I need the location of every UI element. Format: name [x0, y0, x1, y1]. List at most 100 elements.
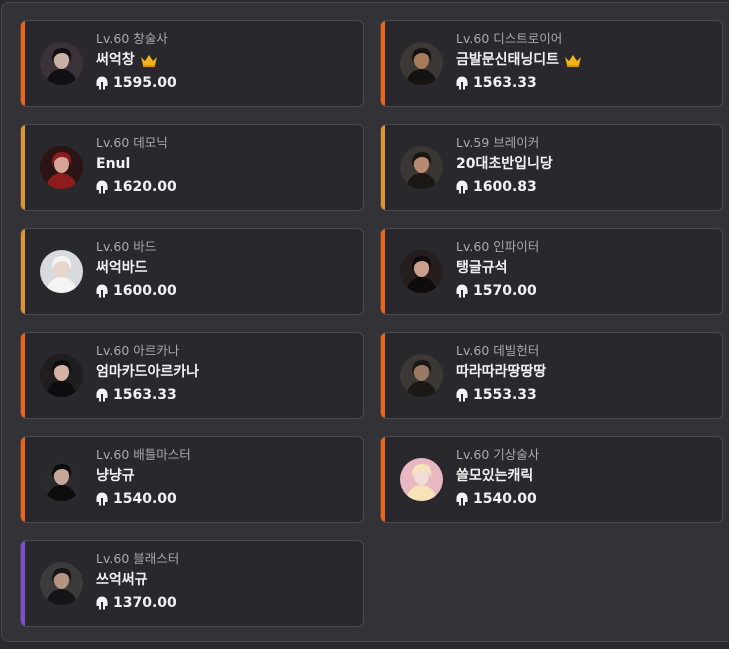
- helmet-icon: [456, 388, 468, 402]
- class-color-bar: [381, 21, 385, 106]
- class-color-bar: [21, 333, 25, 418]
- combat-power-value: 1563.33: [473, 75, 537, 91]
- character-card[interactable]: Lv.59 브레이커 20대초반입니당 1600.83: [380, 124, 723, 211]
- class-color-bar: [21, 437, 25, 522]
- character-name: 써억바드: [96, 258, 177, 278]
- combat-power: 1620.00: [96, 177, 177, 197]
- character-card[interactable]: Lv.60 기상술사쓸모있는캐릭 1540.00: [380, 436, 723, 523]
- combat-power-value: 1595.00: [113, 75, 177, 91]
- character-info: Lv.60 데모닉 Enul 1620.00: [96, 134, 177, 197]
- combat-power-value: 1553.33: [473, 387, 537, 403]
- character-avatar: [40, 354, 83, 397]
- combat-power-value: 1600.83: [473, 179, 537, 195]
- character-card[interactable]: Lv.60 아르카나엄마카드아르카나 1563.33: [20, 332, 364, 419]
- character-avatar: [40, 458, 83, 501]
- character-name: 엄마카드아르카나: [96, 362, 199, 382]
- character-info: Lv.60 배틀마스터냥냥규 1540.00: [96, 446, 191, 509]
- combat-power-value: 1600.00: [113, 283, 177, 299]
- character-level-class: Lv.60 배틀마스터: [96, 447, 191, 462]
- class-color-bar: [21, 541, 25, 626]
- character-info: Lv.60 인파이터탱글규석 1570.00: [456, 238, 539, 301]
- class-color-bar: [381, 333, 385, 418]
- character-avatar: [400, 250, 443, 293]
- character-level-class: Lv.60 데빌헌터: [456, 343, 540, 358]
- character-card[interactable]: Lv.60 데모닉 Enul 1620.00: [20, 124, 364, 211]
- character-card[interactable]: Lv.60 창술사써억창 1595.00: [20, 20, 364, 107]
- character-card[interactable]: Lv.60 블래스터쓰억써규 1370.00: [20, 540, 364, 627]
- helmet-icon: [456, 76, 468, 90]
- character-name-text: 쓰억써규: [96, 572, 148, 588]
- class-color-bar: [381, 437, 385, 522]
- character-name-text: 탱글규석: [456, 260, 508, 276]
- character-name: Enul: [96, 154, 177, 174]
- character-name-text: 써억창: [96, 52, 135, 68]
- character-name: 따라따라땅땅땅: [456, 362, 546, 382]
- character-card[interactable]: Lv.60 배틀마스터냥냥규 1540.00: [20, 436, 364, 523]
- character-avatar: [400, 458, 443, 501]
- character-avatar: [40, 146, 83, 189]
- character-name-text: 써억바드: [96, 260, 148, 276]
- character-avatar: [400, 42, 443, 85]
- character-card[interactable]: Lv.60 데빌헌터따라따라땅땅땅 1553.33: [380, 332, 723, 419]
- character-info: Lv.60 창술사써억창 1595.00: [96, 30, 177, 93]
- character-info: Lv.59 브레이커 20대초반입니당 1600.83: [456, 134, 553, 197]
- class-color-bar: [21, 125, 25, 210]
- character-level-class: Lv.60 바드: [96, 239, 157, 254]
- helmet-icon: [96, 596, 108, 610]
- character-level-class: Lv.60 블래스터: [96, 551, 180, 566]
- combat-power-value: 1563.33: [113, 387, 177, 403]
- character-name-text: Enul: [96, 156, 131, 172]
- character-avatar: [400, 146, 443, 189]
- character-level-class: Lv.60 아르카나: [96, 343, 180, 358]
- class-color-bar: [21, 21, 25, 106]
- helmet-icon: [456, 180, 468, 194]
- character-info: Lv.60 기상술사쓸모있는캐릭 1540.00: [456, 446, 539, 509]
- combat-power: 1570.00: [456, 281, 539, 301]
- character-card[interactable]: Lv.60 디스트로이어 금발문신태닝디트 1563.33: [380, 20, 723, 107]
- combat-power: 1540.00: [96, 489, 191, 509]
- helmet-icon: [96, 180, 108, 194]
- character-name: 금발문신태닝디트: [456, 50, 582, 70]
- character-name: 탱글규석: [456, 258, 539, 278]
- class-color-bar: [21, 229, 25, 314]
- combat-power-value: 1370.00: [113, 595, 177, 611]
- character-name: 쓸모있는캐릭: [456, 466, 539, 486]
- combat-power: 1540.00: [456, 489, 539, 509]
- crown-icon: [564, 53, 582, 67]
- character-name-text: 따라따라땅땅땅: [456, 364, 547, 380]
- character-grid: Lv.60 창술사써억창 1595.00 Lv.60 디스트로이어 금발문신태닝디…: [20, 20, 723, 627]
- character-level-class: Lv.59 브레이커: [456, 135, 540, 150]
- character-info: Lv.60 아르카나엄마카드아르카나 1563.33: [96, 342, 199, 405]
- character-card[interactable]: Lv.60 인파이터탱글규석 1570.00: [380, 228, 723, 315]
- combat-power: 1595.00: [96, 73, 177, 93]
- helmet-icon: [96, 388, 108, 402]
- character-card[interactable]: Lv.60 바드써억바드 1600.00: [20, 228, 364, 315]
- combat-power-value: 1620.00: [113, 179, 177, 195]
- character-name: 20대초반입니당: [456, 154, 553, 174]
- character-info: Lv.60 블래스터쓰억써규 1370.00: [96, 550, 179, 613]
- character-info: Lv.60 디스트로이어 금발문신태닝디트 1563.33: [456, 30, 582, 93]
- character-level-class: Lv.60 데모닉: [96, 135, 168, 150]
- helmet-icon: [456, 284, 468, 298]
- combat-power: 1563.33: [456, 73, 582, 93]
- character-info: Lv.60 데빌헌터따라따라땅땅땅 1553.33: [456, 342, 546, 405]
- helmet-icon: [456, 492, 468, 506]
- character-level-class: Lv.60 창술사: [96, 31, 168, 46]
- character-list-panel: Lv.60 창술사써억창 1595.00 Lv.60 디스트로이어 금발문신태닝디…: [1, 2, 729, 642]
- combat-power-value: 1570.00: [473, 283, 537, 299]
- character-avatar: [400, 354, 443, 397]
- character-name-text: 금발문신태닝디트: [456, 52, 560, 68]
- crown-icon: [140, 53, 158, 67]
- helmet-icon: [96, 284, 108, 298]
- class-color-bar: [381, 125, 385, 210]
- character-info: Lv.60 바드써억바드 1600.00: [96, 238, 177, 301]
- helmet-icon: [96, 76, 108, 90]
- character-level-class: Lv.60 인파이터: [456, 239, 540, 254]
- character-level-class: Lv.60 기상술사: [456, 447, 540, 462]
- class-color-bar: [381, 229, 385, 314]
- character-name: 냥냥규: [96, 466, 191, 486]
- character-name-text: 쓸모있는캐릭: [456, 468, 534, 484]
- combat-power: 1553.33: [456, 385, 546, 405]
- character-avatar: [40, 562, 83, 605]
- combat-power: 1370.00: [96, 593, 179, 613]
